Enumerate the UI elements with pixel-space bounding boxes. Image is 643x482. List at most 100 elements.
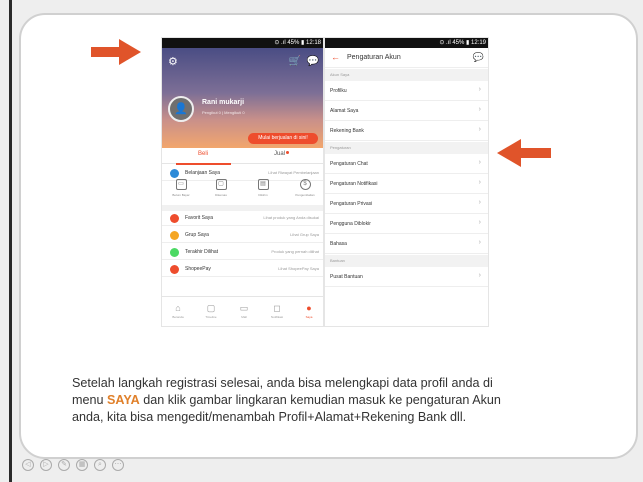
tab-beli[interactable]: Beli [198, 151, 208, 157]
caption-line-2: menu SAYA dan klik gambar lingkaran kemu… [72, 392, 612, 409]
nav-label: Beranda [172, 315, 184, 319]
slide: ⊙ .ıl 45% ▮ 12:18 ⚙ 🛒 💬 👤 Rani mukarji P… [19, 13, 638, 459]
bottom-nav: ⌂ Beranda ▢ Timeline ▭ Mall ◻ Notifikasi ● Sa… [162, 296, 323, 326]
settings-header: ← Pengaturan Akun 💬 [325, 48, 488, 68]
zoom-icon[interactable]: ⌕ [94, 459, 106, 471]
menu-label: Grup Saya [185, 232, 209, 238]
settings-row[interactable]: Pengaturan Notifikasi › [325, 174, 488, 194]
caption-highlight: SAYA [107, 393, 140, 407]
section-header: Bantuan [325, 255, 488, 267]
arrow-right-icon [91, 39, 141, 65]
settings-row[interactable]: Pengaturan Chat › [325, 154, 488, 174]
status-bar: ⊙ .ıl 45% ▮ 12:19 [325, 38, 488, 48]
settings-row[interactable]: Rekening Bank › [325, 121, 488, 141]
settings-label: Pengaturan Chat [330, 161, 368, 167]
slides-icon[interactable]: ▦ [76, 459, 88, 471]
section-header: Akun Saya [325, 69, 488, 81]
status-shipped[interactable]: ▤ Dikirim [248, 179, 278, 197]
left-edge-bar [9, 0, 12, 482]
menu-label: Terakhir Dilihat [185, 249, 219, 255]
chevron-right-icon: › [478, 199, 481, 206]
chevron-right-icon: › [478, 239, 481, 246]
avatar[interactable]: 👤 [168, 96, 194, 122]
tabs: Beli Jual [162, 148, 323, 164]
status-label: Dikirim [258, 193, 268, 197]
menu-terakhir[interactable]: Terakhir Dilihat Produk yang pernah dili… [162, 245, 323, 260]
chevron-right-icon: › [478, 219, 481, 226]
nav-beranda[interactable]: ⌂ Beranda [168, 303, 188, 319]
nav-saya[interactable]: ● Saya [299, 303, 319, 319]
settings-label: Bahasa [330, 241, 347, 247]
status-bar: ⊙ .ıl 45% ▮ 12:18 [162, 38, 323, 48]
next-slide-icon[interactable]: ▷ [40, 459, 52, 471]
menu-label: ShopeePay [185, 266, 211, 272]
tab-indicator [176, 163, 231, 165]
settings-label: Pengaturan Privasi [330, 201, 373, 207]
chevron-right-icon: › [478, 272, 481, 279]
settings-label: Pengaturan Notifikasi [330, 181, 378, 187]
menu-label: Favorit Saya [185, 215, 214, 221]
chevron-right-icon: › [478, 159, 481, 166]
heart-icon [170, 214, 179, 223]
settings-row[interactable]: Pusat Bantuan › [325, 267, 488, 287]
wallet-icon: ▭ [175, 179, 187, 190]
settings-row[interactable]: Pengaturan Privasi › [325, 194, 488, 214]
nav-label: Timeline [205, 315, 217, 319]
menu-grup[interactable]: Grup Saya Lihat Grup Saya [162, 228, 323, 243]
settings-row[interactable]: Profilku › [325, 81, 488, 101]
status-return[interactable]: $ Pengembalian [290, 179, 320, 197]
back-arrow-icon[interactable]: ← [331, 52, 340, 62]
chevron-right-icon: › [478, 106, 481, 113]
chat-icon[interactable]: 💬 [473, 52, 484, 63]
nav-timeline[interactable]: ▢ Timeline [201, 303, 221, 319]
gear-icon[interactable]: ⚙ [168, 56, 180, 68]
prev-slide-icon[interactable]: ◁ [22, 459, 34, 471]
cart-icon[interactable]: 🛒 [289, 56, 301, 67]
group-icon [170, 231, 179, 240]
chevron-right-icon: › [478, 179, 481, 186]
start-selling-button[interactable]: Mulai berjualan di sini! [248, 133, 318, 144]
caption-text-segment: menu [72, 393, 108, 407]
return-icon: $ [299, 179, 311, 190]
clock-icon [170, 248, 179, 257]
purchases-icon [170, 169, 179, 178]
profile-header: ⚙ 🛒 💬 👤 Rani mukarji Pengikut 0 | Mengik… [162, 48, 323, 148]
caption-line-3: anda, kita bisa mengedit/menambah Profil… [72, 410, 467, 424]
menu-hint: Lihat Grup Saya [290, 232, 319, 237]
nav-label: Notifikasi [270, 315, 284, 319]
pen-icon[interactable]: ✎ [58, 459, 70, 471]
menu-favorit[interactable]: Favorit Saya Lihat produk yang Anda disu… [162, 211, 323, 226]
status-packed[interactable]: ▢ Dikemas [206, 179, 236, 197]
home-icon: ⌂ [175, 303, 181, 313]
settings-row[interactable]: Alamat Saya › [325, 101, 488, 121]
nav-notifikasi[interactable]: ◻ Notifikasi [267, 303, 287, 319]
tab-jual[interactable]: Jual [274, 151, 285, 157]
menu-hint: Lihat produk yang Anda disukai [263, 215, 319, 220]
settings-row[interactable]: Bahasa › [325, 234, 488, 254]
settings-row[interactable]: Pengguna Diblokir › [325, 214, 488, 234]
user-stats: Pengikut 0 | Mengikuti 0 [202, 110, 245, 115]
caption-line-1: Setelah langkah registrasi selesai, anda… [72, 376, 493, 390]
nav-mall[interactable]: ▭ Mall [234, 303, 254, 319]
box-icon: ▢ [215, 179, 227, 190]
page: ⊙ .ıl 45% ▮ 12:18 ⚙ 🛒 💬 👤 Rani mukarji P… [0, 0, 643, 482]
bell-icon: ◻ [273, 303, 281, 313]
chevron-right-icon: › [478, 86, 481, 93]
mall-icon: ▭ [239, 303, 249, 313]
purchases-hint: Lihat Riwayat Pembelanjaan [268, 170, 319, 175]
settings-label: Alamat Saya [330, 108, 359, 114]
menu-hint: Produk yang pernah dilihat [271, 249, 319, 254]
settings-label: Rekening Bank [330, 128, 364, 134]
section-header: Pengaturan [325, 142, 488, 154]
arrow-left-icon [497, 139, 551, 167]
status-unpaid[interactable]: ▭ Belum Bayar [166, 179, 196, 197]
caption-text: Setelah langkah registrasi selesai, anda… [72, 375, 612, 426]
phone-account-settings: ⊙ .ıl 45% ▮ 12:19 ← Pengaturan Akun 💬 Ak… [324, 37, 489, 327]
wallet-icon [170, 265, 179, 274]
more-icon[interactable]: ⋯ [112, 459, 124, 471]
timeline-icon: ▢ [206, 303, 216, 313]
menu-shopeepay[interactable]: ShopeePay Lihat ShopeePay Saya [162, 262, 323, 277]
notification-dot [286, 151, 289, 154]
nav-label: Mall [241, 315, 247, 319]
chat-icon[interactable]: 💬 [307, 56, 319, 67]
